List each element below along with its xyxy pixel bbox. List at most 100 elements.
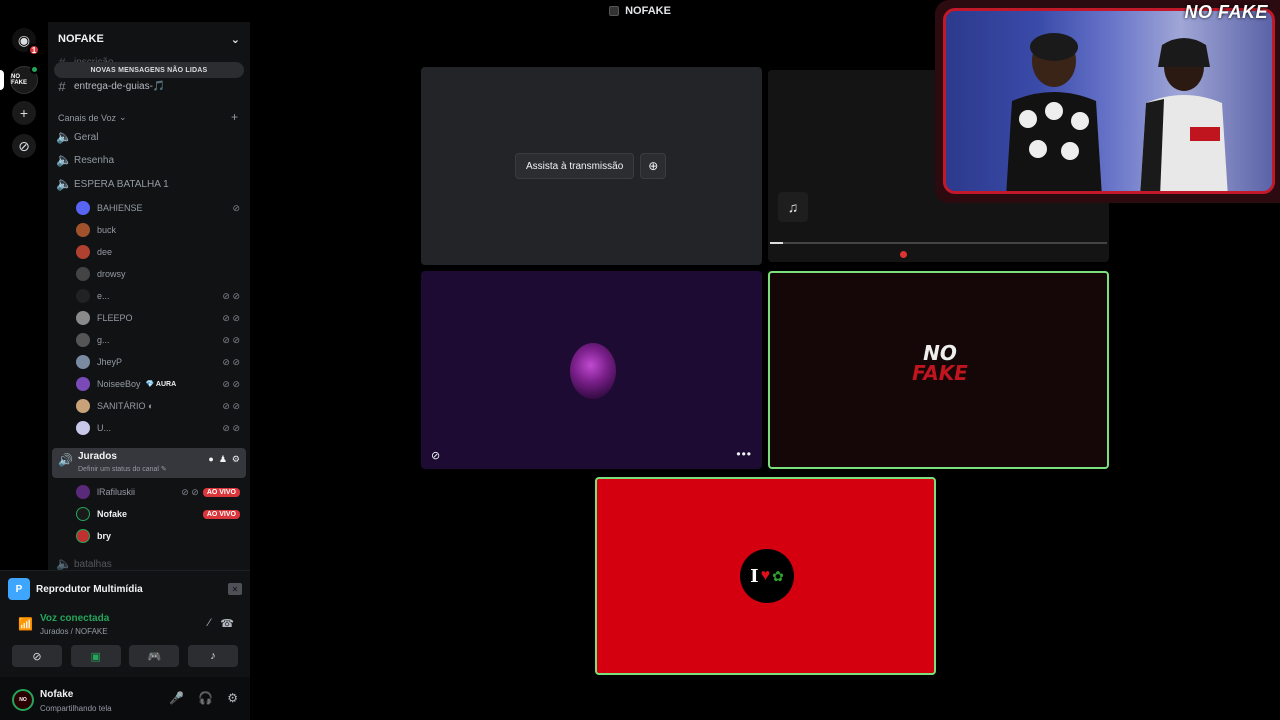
speaker-icon: 🔈 xyxy=(56,152,73,167)
voice-user[interactable]: JheyP ⊘ ⊘ xyxy=(76,352,240,372)
avatar xyxy=(570,343,616,399)
voice-user[interactable]: bry xyxy=(76,526,240,546)
hash-icon: # xyxy=(58,78,66,94)
discover-icon[interactable]: ⊘ xyxy=(12,134,36,158)
voice-user[interactable]: Nofake AO VIVO xyxy=(76,504,240,524)
server-nofake-icon[interactable]: NO FAKE xyxy=(10,65,39,94)
user-name[interactable]: Nofake xyxy=(40,689,73,700)
speaker-icon: 🔈 xyxy=(56,129,73,144)
soundboard-button[interactable]: ♪ xyxy=(187,645,238,667)
current-user: NO Nofake Compartilhando tela 🎤 🎧 ⚙ xyxy=(0,677,250,720)
avatar xyxy=(76,529,90,543)
voice-channel-geral[interactable]: 🔈 Geral xyxy=(56,127,98,147)
voice-channel-resenha[interactable]: 🔈 Resenha xyxy=(56,150,114,170)
server-header[interactable]: NOFAKE ⌄ xyxy=(48,22,250,56)
live-badge: AO VIVO xyxy=(202,509,240,519)
add-server-icon[interactable]: + xyxy=(12,101,36,125)
stream-tile-placeholder[interactable]: Assista à transmissão ⊕ xyxy=(421,67,762,265)
deafened-icon: ⊘ xyxy=(431,450,441,462)
voice-location[interactable]: Jurados / NOFAKE xyxy=(40,627,108,636)
popout-icon[interactable]: ⊕ xyxy=(640,153,667,179)
channel-sidebar: NOFAKE ⌄ #inscrição NOVAS MENSAGENS NÃO … xyxy=(48,22,250,570)
gamepad-icon: 🎮 xyxy=(147,650,162,663)
camera-off-icon: ⊘ xyxy=(32,650,42,663)
avatar: I ♥ ✿ xyxy=(740,549,794,603)
voice-controls: ⊘ ▣ 🎮 ♪ xyxy=(12,645,238,667)
close-icon[interactable]: ✕ xyxy=(228,583,242,595)
user-tile-avatar[interactable]: ⊘ ••• xyxy=(421,271,762,469)
user-panel: P Reprodutor Multimídia ✕ 📶 Voz conectad… xyxy=(0,570,250,720)
microphone-icon[interactable]: 🎤 xyxy=(169,691,184,705)
avatar xyxy=(76,355,90,369)
signal-icon[interactable]: 📶 xyxy=(18,617,33,631)
channel-status[interactable]: Definir um status do canal ✎ xyxy=(78,465,167,473)
activities-button[interactable]: 🎮 xyxy=(129,645,180,667)
avatar xyxy=(76,289,90,303)
voice-status[interactable]: Voz conectada xyxy=(40,613,109,624)
invite-icon[interactable]: ♟ xyxy=(219,454,227,465)
chat-icon[interactable]: ● xyxy=(208,454,213,465)
voice-user[interactable]: drowsy xyxy=(76,264,240,284)
aura-tag: 💎 AURA xyxy=(145,381,177,388)
avatar xyxy=(76,245,90,259)
muted-deafened-icons: ⊘ ⊘ xyxy=(222,356,240,367)
avatar xyxy=(76,311,90,325)
noise-suppression-icon[interactable]: ⁄ xyxy=(208,617,210,630)
avatar xyxy=(76,399,90,413)
window-title: NOFAKE xyxy=(625,5,671,17)
voice-user[interactable]: e... ⊘ ⊘ xyxy=(76,286,240,306)
voice-user[interactable]: U... ⊘ ⊘ xyxy=(76,418,240,438)
music-note-icon: ♫ xyxy=(778,192,808,222)
more-options-icon[interactable]: ••• xyxy=(736,447,752,461)
voice-channel-batalhas[interactable]: 🔈 batalhas xyxy=(56,554,112,570)
user-tile-bry[interactable]: I ♥ ✿ xyxy=(595,477,936,675)
voice-category[interactable]: Canais de Voz ⌄ xyxy=(58,112,127,123)
heart-icon: ♥ xyxy=(760,567,771,584)
voice-user[interactable]: lRafiluskii ⊘ ⊘ AO VIVO xyxy=(76,482,240,502)
gear-icon[interactable]: ⚙ xyxy=(227,691,238,705)
avatar xyxy=(76,223,90,237)
person-left xyxy=(1006,33,1102,191)
voice-user[interactable]: NoiseeBoy 💎 AURA ⊘ ⊘ xyxy=(76,374,240,394)
voice-channel-espera[interactable]: 🔈 ESPERA BATALHA 1 xyxy=(56,174,169,194)
voice-channel-jurados[interactable]: 🔊 Jurados Definir um status do canal ✎ ●… xyxy=(52,448,246,478)
avatar xyxy=(76,507,90,521)
headphones-icon[interactable]: 🎧 xyxy=(198,691,213,705)
avatar xyxy=(76,485,90,499)
voice-user[interactable]: SANITÁRIO ◐ ⊘ ⊘ xyxy=(76,396,240,416)
voice-user[interactable]: buck xyxy=(76,220,240,240)
muted-deafened-icons: ⊘ ⊘ xyxy=(222,378,240,389)
voice-user[interactable]: FLEEPO ⊘ ⊘ xyxy=(76,308,240,328)
notification-badge: 1 xyxy=(28,44,40,56)
channel-entrega-de-guias[interactable]: # entrega-de-guias-🎵 xyxy=(56,76,165,96)
speaker-icon: 🔈 xyxy=(56,176,73,191)
voice-user[interactable]: BAHIENSE ⊘ xyxy=(76,198,240,218)
avatar xyxy=(76,333,90,347)
live-badge: AO VIVO xyxy=(202,487,240,497)
avatar xyxy=(76,201,90,215)
media-player-bar[interactable]: P Reprodutor Multimídia ✕ xyxy=(8,575,242,603)
server-name: NOFAKE xyxy=(58,33,104,45)
deafened-icon: ⊘ xyxy=(232,202,240,213)
chevron-down-icon: ⌄ xyxy=(230,33,240,46)
play-icon xyxy=(900,250,907,258)
muted-deafened-icons: ⊘ ⊘ xyxy=(222,290,240,301)
server-mini-icon xyxy=(609,6,620,16)
camera-off-button[interactable]: ⊘ xyxy=(12,645,62,667)
discord-home-icon[interactable]: ◉ 1 xyxy=(12,28,40,56)
selected-server-pill xyxy=(0,70,4,90)
webcam-overlay: NO FAKE xyxy=(935,0,1280,203)
voice-user[interactable]: g... ⊘ ⊘ xyxy=(76,330,240,350)
muted-deafened-icons: ⊘ ⊘ xyxy=(181,486,199,497)
muted-deafened-icons: ⊘ ⊘ xyxy=(222,334,240,345)
soundboard-icon: ♪ xyxy=(210,650,216,662)
watch-stream-button[interactable]: Assista à transmissão xyxy=(515,153,635,179)
gear-icon[interactable]: ⚙ xyxy=(232,454,240,465)
stop-screen-share-button[interactable]: ▣ xyxy=(70,645,121,667)
live-dot-icon xyxy=(30,65,39,74)
disconnect-icon[interactable]: ☎ xyxy=(220,617,234,630)
voice-user[interactable]: dee xyxy=(76,242,240,262)
add-channel-icon[interactable]: + xyxy=(231,110,238,124)
user-tile-nofake[interactable]: NO FAKE xyxy=(768,271,1109,469)
avatar[interactable]: NO xyxy=(12,689,34,711)
